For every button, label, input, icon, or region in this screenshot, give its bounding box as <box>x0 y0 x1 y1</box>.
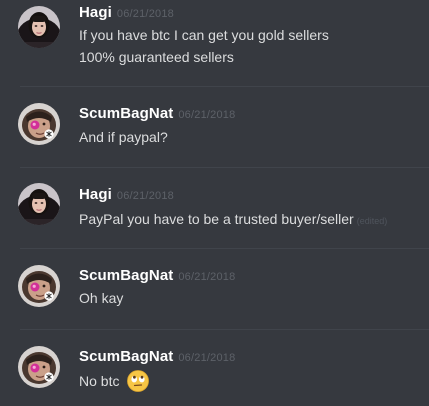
face-with-rolling-eyes-emoji[interactable] <box>127 369 150 392</box>
message-header: ScumBagNat 06/21/2018 <box>79 104 235 125</box>
avatar[interactable] <box>18 265 60 307</box>
avatar[interactable] <box>18 183 60 225</box>
avatar[interactable] <box>18 103 60 145</box>
username[interactable]: ScumBagNat <box>79 105 173 122</box>
timestamp[interactable]: 06/21/2018 <box>178 271 235 283</box>
message-group: Hagi 06/21/2018 If you have btc I can get… <box>0 0 429 86</box>
username[interactable]: Hagi <box>79 186 112 203</box>
message-text: If you have btc I can get you gold selle… <box>79 27 329 43</box>
message-text-content: PayPal you have to be a trusted buyer/se… <box>79 211 354 227</box>
user-avatar-scumbagnat <box>18 265 60 307</box>
message-header: ScumBagNat 06/21/2018 <box>79 347 235 368</box>
avatar[interactable] <box>18 346 60 388</box>
chat-messages: Hagi 06/21/2018 If you have btc I can get… <box>0 0 429 406</box>
message-text-content: No btc <box>79 373 120 389</box>
timestamp[interactable]: 06/21/2018 <box>117 8 174 20</box>
message-text: PayPal you have to be a trusted buyer/se… <box>79 208 387 232</box>
message-group: ScumBagNat 06/21/2018 Oh kay <box>0 249 429 329</box>
user-avatar-scumbagnat <box>18 346 60 388</box>
message-group: ScumBagNat 06/21/2018 No btc <box>0 330 429 406</box>
timestamp[interactable]: 06/21/2018 <box>178 109 235 121</box>
avatar[interactable] <box>18 6 60 48</box>
message-header: ScumBagNat 06/21/2018 <box>79 266 235 287</box>
edited-indicator: (edited) <box>356 216 388 226</box>
message-header: Hagi 06/21/2018 <box>79 185 174 206</box>
message-text: And if paypal? <box>79 129 168 145</box>
user-avatar-scumbagnat <box>18 103 60 145</box>
username[interactable]: ScumBagNat <box>79 267 173 284</box>
username[interactable]: ScumBagNat <box>79 348 173 365</box>
message-text: 100% guaranteed sellers <box>79 49 234 65</box>
message-group: Hagi 06/21/2018 PayPal you have to be a t… <box>0 168 429 248</box>
timestamp[interactable]: 06/21/2018 <box>178 352 235 364</box>
message-group: ScumBagNat 06/21/2018 And if paypal? <box>0 87 429 167</box>
message-text: No btc <box>79 369 150 392</box>
message-text: Oh kay <box>79 290 124 306</box>
message-header: Hagi 06/21/2018 <box>79 3 174 24</box>
user-avatar-hagi <box>18 183 60 225</box>
username[interactable]: Hagi <box>79 4 112 21</box>
timestamp[interactable]: 06/21/2018 <box>117 190 174 202</box>
user-avatar-hagi <box>18 6 60 48</box>
